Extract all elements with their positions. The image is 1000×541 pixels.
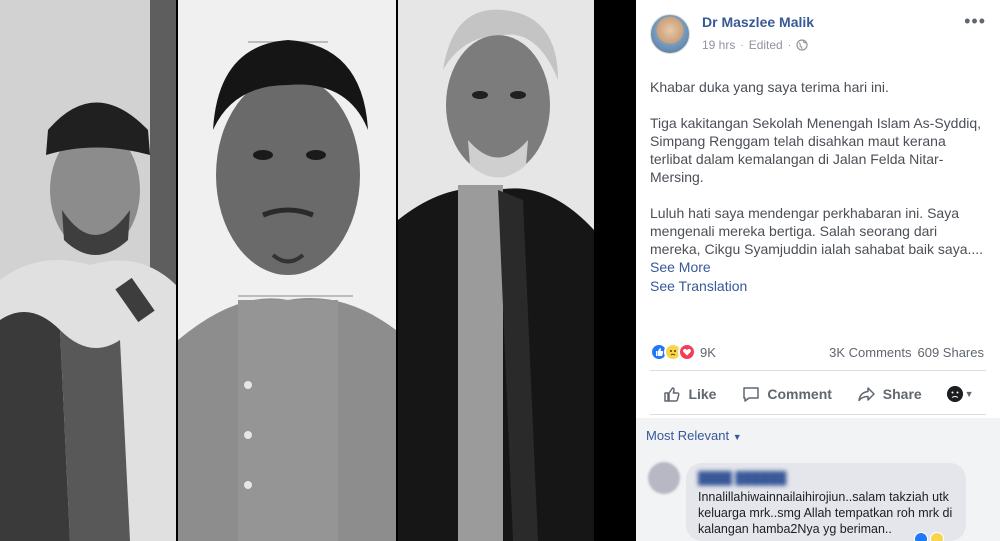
divider [650, 414, 986, 415]
share-label: Share [882, 386, 922, 402]
comment-sort-dropdown[interactable]: Most Relevant ▼ [646, 428, 742, 443]
divider [650, 370, 986, 371]
reaction-summary[interactable]: 9K [650, 343, 716, 361]
like-reaction-icon [914, 532, 928, 541]
sad-reaction-icon [930, 532, 944, 541]
post-time[interactable]: 19 hrs [702, 38, 735, 52]
meta-separator: · [787, 39, 792, 51]
see-more-link[interactable]: See More [650, 259, 711, 275]
post-body: Khabar duka yang saya terima hari ini. T… [650, 78, 986, 294]
meta-separator: · [740, 39, 744, 51]
comment-text: Innalillahiwainnailaihirojiun..salam tak… [698, 490, 953, 536]
engagement-counts: 3K Comments 609 Shares [829, 345, 984, 360]
photo-panel-older-man [398, 0, 594, 541]
like-button[interactable]: Like [662, 384, 716, 404]
comment-sort-label: Most Relevant [646, 428, 730, 443]
shares-count[interactable]: 609 Shares [918, 345, 985, 360]
audience-reaction-selector[interactable]: ▼ [946, 386, 974, 402]
edited-label[interactable]: Edited [749, 38, 783, 52]
sad-face-icon [946, 386, 963, 402]
chevron-down-icon: ▼ [964, 389, 974, 399]
photo-panel-young-man [178, 0, 396, 541]
author-avatar[interactable] [650, 14, 690, 54]
photo-panel-dark-edge [594, 0, 636, 541]
globe-icon[interactable] [796, 39, 808, 51]
photo-panel-man-with-cap [0, 0, 176, 541]
more-horizontal-icon[interactable]: ••• [964, 12, 986, 30]
comment-reactions[interactable] [914, 532, 944, 541]
post-paragraph: Luluh hati saya mendengar perkhabaran in… [650, 204, 986, 276]
post-photo[interactable] [0, 0, 636, 541]
love-reaction-icon [678, 343, 696, 361]
comment-bubble: ████ ██████ Innalillahiwainnailaihirojiu… [686, 463, 966, 541]
see-translation-link[interactable]: See Translation [650, 278, 747, 294]
post-meta: 19 hrs · Edited · [702, 38, 808, 52]
share-icon [858, 387, 875, 402]
action-bar: Like Comment Share ▼ [650, 378, 986, 410]
chevron-down-icon: ▼ [732, 432, 742, 442]
comment-button[interactable]: Comment [741, 384, 832, 404]
post-card: Dr Maszlee Malik 19 hrs · Edited · ••• K… [636, 0, 1000, 541]
comments-count[interactable]: 3K Comments [829, 345, 911, 360]
commenter-name-blurred[interactable]: ████ ██████ [698, 471, 954, 485]
share-button[interactable]: Share [857, 384, 922, 404]
reaction-count: 9K [700, 344, 716, 360]
comment-label: Comment [767, 386, 832, 402]
like-icon [664, 387, 680, 402]
post-paragraph: Khabar duka yang saya terima hari ini. [650, 79, 889, 95]
commenter-avatar[interactable] [648, 462, 680, 494]
post-paragraph: Tiga kakitangan Sekolah Menengah Islam A… [650, 115, 982, 185]
comment-icon [743, 387, 760, 402]
like-label: Like [688, 386, 717, 402]
author-name[interactable]: Dr Maszlee Malik [702, 14, 814, 30]
post-paragraph-text: Luluh hati saya mendengar perkhabaran in… [650, 205, 984, 257]
